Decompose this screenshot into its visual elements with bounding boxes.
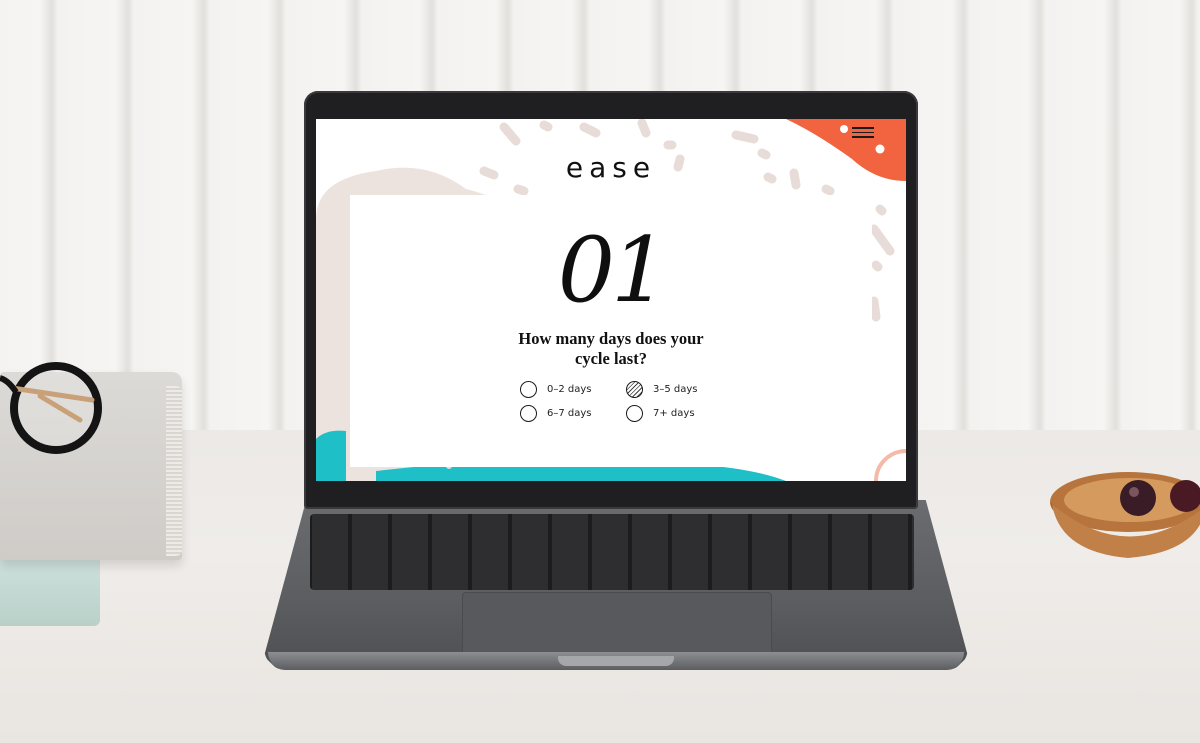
question-card: 01 How many days does your cycle last? 0… [350, 195, 872, 467]
option-label: 7+ days [653, 408, 695, 419]
radio-icon[interactable] [520, 405, 537, 422]
option-label: 6–7 days [547, 408, 592, 419]
question-line-1: How many days does your [518, 329, 704, 348]
option-label: 3–5 days [653, 384, 698, 395]
app-screen: ease 01 How many days does your cycle la… [316, 119, 906, 481]
option-3-5-days[interactable]: 3–5 days [626, 381, 732, 398]
radio-selected-icon[interactable] [626, 381, 643, 398]
laptop-notch [558, 656, 674, 666]
option-6-7-days[interactable]: 6–7 days [520, 405, 626, 422]
radio-icon[interactable] [520, 381, 537, 398]
option-0-2-days[interactable]: 0–2 days [520, 381, 626, 398]
eyeglasses-icon [0, 362, 102, 454]
trackpad [462, 592, 772, 656]
option-label: 0–2 days [547, 384, 592, 395]
radio-icon[interactable] [626, 405, 643, 422]
fruit-bowl [1050, 472, 1200, 558]
hamburger-menu-icon[interactable] [852, 127, 874, 141]
question-text: How many days does your cycle last? [350, 329, 872, 369]
mint-book [0, 556, 100, 626]
laptop-keyboard [310, 514, 914, 590]
answer-options: 0–2 days 3–5 days 6–7 days 7+ days [520, 381, 740, 422]
question-line-2: cycle last? [575, 349, 647, 368]
brand-logo[interactable]: ease [316, 151, 906, 184]
question-number: 01 [557, 218, 669, 323]
option-7-plus-days[interactable]: 7+ days [626, 405, 732, 422]
